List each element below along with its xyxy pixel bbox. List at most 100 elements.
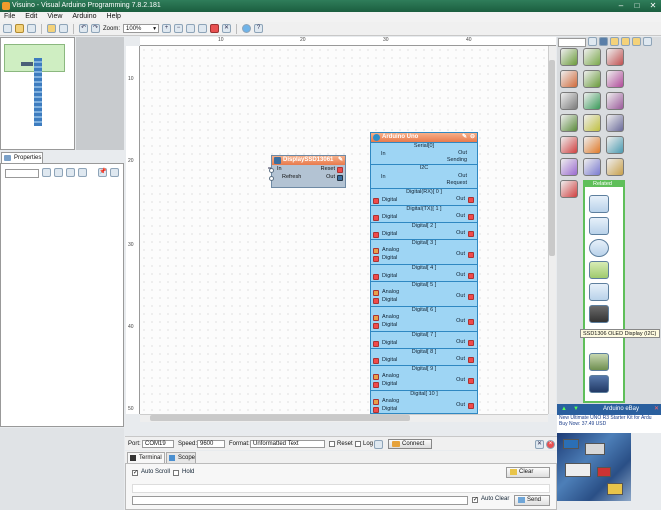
ad-product-image[interactable] [557,433,631,501]
terminal-icon [130,455,136,461]
auto-scroll-checkbox[interactable]: ✓ [132,470,138,476]
canvas-horizontal-scroll-thumb[interactable] [150,415,410,421]
palette-category-icon[interactable] [560,92,578,110]
tab-scope[interactable]: Scope [166,452,196,463]
menu-view[interactable]: View [47,12,62,22]
expand-icon[interactable] [54,168,63,177]
ruler-tick: 20 [128,158,134,164]
menu-edit[interactable]: Edit [25,12,37,22]
arrow-up-icon[interactable]: ▲ [561,404,567,415]
zoom-in-icon[interactable]: + [162,24,172,33]
open-folder-icon[interactable] [15,24,24,33]
reset-checkbox[interactable] [329,441,335,447]
close-icon[interactable]: ✕ [654,404,659,415]
tools-icon[interactable]: ✕ [222,24,232,33]
folder-open-icon[interactable] [621,37,630,46]
zoom-fit-icon[interactable] [186,24,196,33]
settings-icon[interactable] [643,37,652,46]
log-file-icon[interactable] [374,440,383,449]
arrow-down-icon[interactable]: ▼ [573,404,579,415]
tab-terminal[interactable]: Terminal [127,452,165,463]
folder-add-icon[interactable] [632,37,641,46]
toolbar: ↶ ↷ Zoom: 100% ▼ + − ✕ ? [0,22,661,36]
palette-category-icon[interactable] [560,158,578,176]
palette-category-icon[interactable] [606,136,624,154]
wrench-icon[interactable]: ✕ [535,440,544,449]
send-button[interactable]: Send [514,495,550,506]
palette-search-input[interactable] [558,38,586,47]
collapse-icon[interactable] [66,168,75,177]
wrench-icon[interactable] [110,168,119,177]
filter-icon[interactable] [42,168,51,177]
ring-led-icon[interactable] [589,239,609,257]
format-select[interactable]: Unformatted Text [250,440,325,448]
palette-category-icon[interactable] [583,92,601,110]
palette-category-icon[interactable] [583,70,601,88]
close-button[interactable]: ✕ [646,0,660,12]
new-file-icon[interactable] [3,24,12,33]
design-canvas[interactable]: DisplaySSD13061 ✎ In Refresh Reset Out A… [140,46,548,414]
speed-select[interactable]: 9600 [197,440,225,448]
board-icon[interactable] [210,24,220,33]
palette-category-icon[interactable] [606,158,624,176]
property-search-input[interactable] [5,169,39,178]
connect-label: Connect [402,441,425,447]
sensor-icon[interactable] [589,261,609,279]
palette-category-icon[interactable] [583,48,601,66]
ad-text[interactable]: New Ultimate UNO R3 Starter Kit for Ardu… [557,415,661,433]
undo-icon[interactable]: ↶ [79,24,88,33]
folder-icon[interactable] [610,37,619,46]
connect-button[interactable]: Connect [388,439,432,449]
log-checkbox[interactable] [355,441,361,447]
module-icon[interactable] [589,217,609,235]
palette-category-icon[interactable] [606,70,624,88]
palette-category-icon[interactable] [583,158,601,176]
auto-clear-checkbox[interactable]: ✓ [472,497,478,503]
clear-button[interactable]: Clear [506,467,550,478]
palette-category-icon[interactable] [606,114,624,132]
zoom-select[interactable]: 100% ▼ [123,24,160,33]
palette-category-icon[interactable] [583,136,601,154]
palette-category-icon[interactable] [583,114,601,132]
layout-left-icon[interactable] [47,24,56,33]
palette-category-icon[interactable] [606,92,624,110]
save-icon[interactable] [27,24,36,33]
palette-category-icon[interactable] [560,136,578,154]
lcd-icon[interactable] [589,375,609,393]
port-select[interactable]: COM19 [142,440,174,448]
layout-right-icon[interactable] [59,24,68,33]
palette-category-icon[interactable] [560,180,578,198]
palette-category-icon[interactable] [560,70,578,88]
pin-icon[interactable]: 📌 [98,168,107,177]
palette-category-icon[interactable] [560,48,578,66]
menu-help[interactable]: Help [107,12,121,22]
speed-label: Speed: [178,441,198,447]
filter-icon[interactable] [588,37,597,46]
help-icon[interactable]: ? [254,24,264,33]
scope-tab-label: Scope [178,455,196,461]
terminal-output[interactable] [132,484,550,493]
redo-icon[interactable]: ↷ [91,24,100,33]
sort-icon[interactable] [78,168,87,177]
maximize-button[interactable]: □ [630,0,644,12]
close-icon[interactable]: × [546,440,555,449]
hold-checkbox[interactable] [173,470,179,476]
globe-icon[interactable] [242,24,252,33]
menu-file[interactable]: File [4,12,15,22]
menu-arduino[interactable]: Arduino [72,12,96,22]
overview-panel[interactable] [0,37,75,150]
palette-category-icon[interactable] [560,114,578,132]
chart-icon[interactable] [589,283,609,301]
zoom-reset-icon[interactable] [198,24,208,33]
minimize-button[interactable]: – [614,0,628,12]
zoom-out-icon[interactable]: − [174,24,184,33]
module-icon[interactable] [589,195,609,213]
canvas-vertical-scroll-thumb[interactable] [549,60,555,256]
window-title: Visuino - Visual Arduino Programming 7.8… [12,2,161,9]
search-icon[interactable] [599,37,608,46]
tab-properties[interactable]: Properties [1,152,43,163]
oled-display-icon[interactable] [589,305,609,323]
palette-category-icon[interactable] [606,48,624,66]
board-icon[interactable] [589,353,609,371]
terminal-send-input[interactable] [132,496,468,505]
